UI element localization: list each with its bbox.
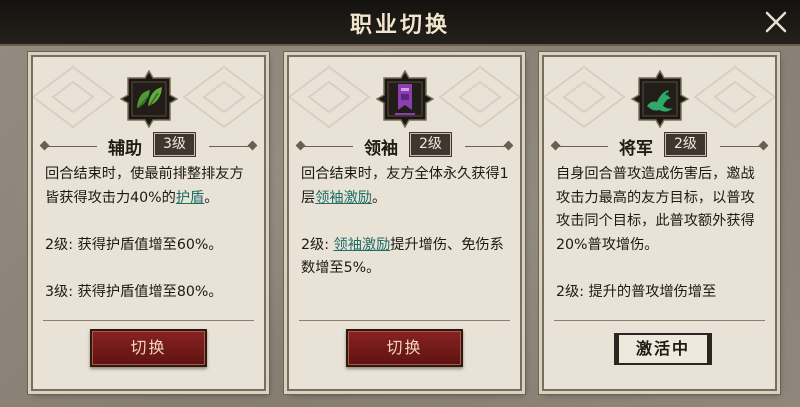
leader-buff-link[interactable]: 领袖激励 xyxy=(334,237,391,253)
switch-button[interactable]: 切换 xyxy=(346,329,463,367)
banner-icon xyxy=(375,70,434,128)
class-name-row: 辅助 3级 xyxy=(33,132,264,159)
class-description: 自身回合普攻造成伤害后，邀战攻击力最高的友方目标，以普攻攻击同个目标，此普攻额外… xyxy=(556,163,766,321)
leaf-icon xyxy=(119,70,178,128)
switch-button[interactable]: 切换 xyxy=(90,329,207,367)
class-description: 回合结束时，友方全体永久获得1层领袖激励。 2级: 领袖激励提升增伤、免伤系数增… xyxy=(301,163,511,321)
class-card-leader: 领袖 2级 回合结束时，友方全体永久获得1层领袖激励。 2级: 领袖激励提升增伤… xyxy=(287,55,522,391)
desc-level2: 2级: 提升的普攻增伤增至 xyxy=(556,283,717,300)
desc-level2: 2级: 领袖激励提升增伤、免伤系数增至5%。 xyxy=(301,236,504,277)
shield-keyword-link[interactable]: 护盾 xyxy=(176,190,204,206)
class-card-general: 将军 2级 自身回合普攻造成伤害后，邀战攻击力最高的友方目标，以普攻攻击同个目标… xyxy=(542,55,777,391)
class-name-row: 将军 2级 xyxy=(544,132,775,159)
level-badge: 2级 xyxy=(409,132,452,157)
class-card-support: 辅助 3级 回合结束时，使最前排整排友方皆获得攻击力40%的护盾。 2级: 获得… xyxy=(31,55,266,391)
class-name-row: 领袖 2级 xyxy=(289,132,520,159)
desc-level2: 2级: 获得护盾值增至60%。 xyxy=(45,236,223,253)
window-title: 职业切换 xyxy=(349,12,450,38)
desc-paragraph: 自身回合普攻造成伤害后，邀战攻击力最高的友方目标，以普攻攻击同个目标，此普攻额外… xyxy=(556,166,755,253)
class-name: 领袖 xyxy=(364,139,398,159)
desc-level3: 3级: 获得护盾值增至80%。 xyxy=(45,283,223,300)
title-bar: 职业切换 xyxy=(0,0,800,46)
level-badge: 3级 xyxy=(153,132,196,157)
active-status-badge: 激活中 xyxy=(614,333,712,365)
desc-paragraph: 回合结束时，使最前排整排友方皆获得攻击力40%的护盾。 xyxy=(45,166,244,206)
class-description: 回合结束时，使最前排整排友方皆获得攻击力40%的护盾。 2级: 获得护盾值增至6… xyxy=(45,163,255,321)
leader-buff-link[interactable]: 领袖激励 xyxy=(315,190,372,206)
dragon-icon xyxy=(630,70,689,128)
close-icon[interactable] xyxy=(762,8,790,36)
level-badge: 2级 xyxy=(664,132,707,157)
desc-paragraph: 回合结束时，友方全体永久获得1层领袖激励。 xyxy=(301,166,509,206)
class-name: 将军 xyxy=(619,139,653,159)
divider xyxy=(299,320,510,321)
class-name: 辅助 xyxy=(108,139,142,159)
divider xyxy=(554,320,765,321)
divider xyxy=(43,320,254,321)
